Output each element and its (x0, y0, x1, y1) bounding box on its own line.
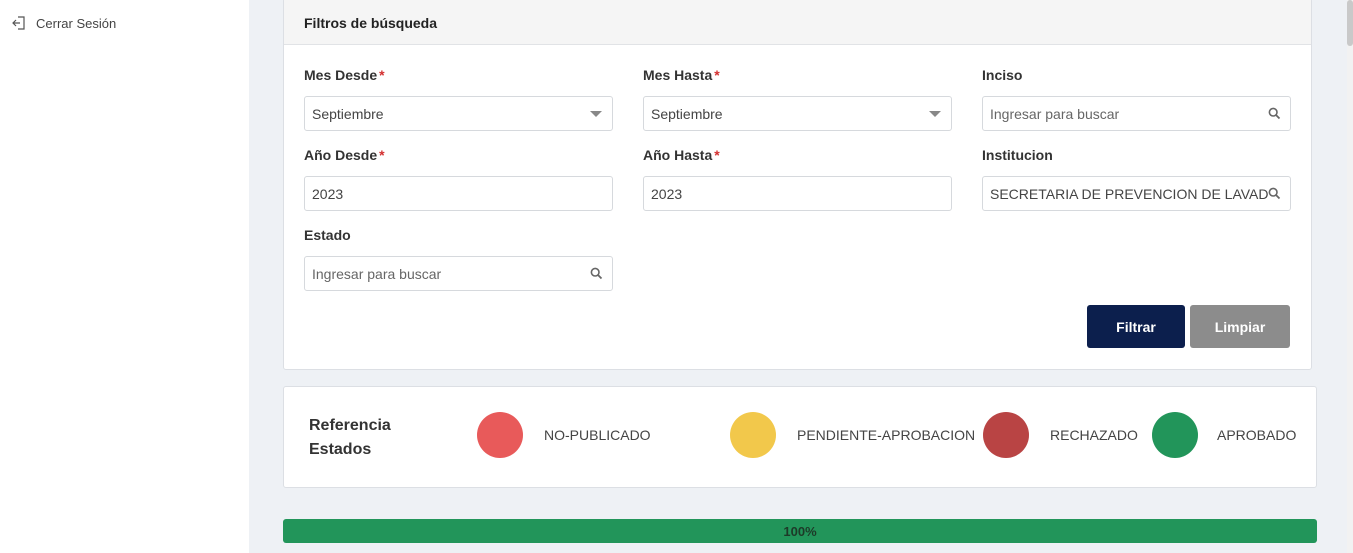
mes-hasta-label: Mes Hasta * (643, 67, 720, 83)
status-dot (730, 412, 776, 458)
logout-label: Cerrar Sesión (36, 15, 117, 31)
estado-label: Estado (304, 227, 351, 243)
filters-panel-title: Filtros de búsqueda (284, 0, 1311, 45)
legend-item-no-publicado: NO-PUBLICADO (477, 412, 651, 458)
chevron-down-icon (590, 110, 602, 117)
mes-desde-label: Mes Desde * (304, 67, 385, 83)
inciso-search-input[interactable]: Ingresar para buscar (982, 96, 1291, 131)
estado-search-input[interactable]: Ingresar para buscar (304, 256, 613, 291)
clear-button[interactable]: Limpiar (1190, 305, 1290, 348)
logout-link[interactable]: Cerrar Sesión (12, 14, 116, 32)
legend-label: RECHAZADO (1050, 427, 1138, 443)
mes-hasta-field: Mes Hasta * Septiembre (643, 67, 953, 131)
search-icon (1268, 187, 1281, 200)
anio-desde-field: Año Desde * 2023 (304, 147, 614, 211)
status-dot (1152, 412, 1198, 458)
institucion-field: Institucion SECRETARIA DE PREVENCION DE … (982, 147, 1292, 211)
anio-hasta-input[interactable]: 2023 (643, 176, 952, 211)
scrollbar-thumb[interactable] (1347, 0, 1353, 46)
progress-label: 100% (783, 523, 817, 539)
reference-title: Referencia Estados (309, 417, 391, 458)
sidebar: Cerrar Sesión (0, 0, 249, 553)
legend-item-rechazado: RECHAZADO (983, 412, 1138, 458)
progress-bar: 100% (283, 519, 1317, 543)
institucion-search-input[interactable]: SECRETARIA DE PREVENCION DE LAVADO DE (982, 176, 1291, 211)
legend-label: NO-PUBLICADO (544, 427, 651, 443)
anio-hasta-field: Año Hasta * 2023 (643, 147, 953, 211)
filter-button[interactable]: Filtrar (1087, 305, 1185, 348)
legend-label: APROBADO (1217, 427, 1297, 443)
anio-desde-label: Año Desde * (304, 147, 385, 163)
status-dot (983, 412, 1029, 458)
scrollbar[interactable] (1347, 0, 1353, 553)
status-reference-panel: Referencia Estados NO-PUBLICADO PENDIENT… (283, 386, 1317, 488)
chevron-down-icon (929, 110, 941, 117)
anio-desde-input[interactable]: 2023 (304, 176, 613, 211)
search-filters-panel: Filtros de búsqueda Mes Desde * Septiembr… (283, 0, 1312, 370)
logout-icon (12, 16, 25, 30)
inciso-field: Inciso Ingresar para buscar (982, 67, 1292, 131)
estado-field: Estado Ingresar para buscar (304, 227, 614, 291)
search-icon (590, 267, 603, 280)
inciso-label: Inciso (982, 67, 1023, 83)
legend-item-pendiente-aprobacion: PENDIENTE-APROBACION (730, 412, 975, 458)
institucion-label: Institucion (982, 147, 1053, 163)
anio-hasta-label: Año Hasta * (643, 147, 720, 163)
legend-item-aprobado: APROBADO (1152, 412, 1296, 458)
mes-desde-select[interactable]: Septiembre (304, 96, 613, 131)
mes-hasta-select[interactable]: Septiembre (643, 96, 952, 131)
mes-desde-field: Mes Desde * Septiembre (304, 67, 614, 131)
legend-label: PENDIENTE-APROBACION (797, 427, 976, 443)
progress-fill: 100% (283, 519, 1317, 543)
search-icon (1268, 107, 1281, 120)
status-dot (477, 412, 523, 458)
